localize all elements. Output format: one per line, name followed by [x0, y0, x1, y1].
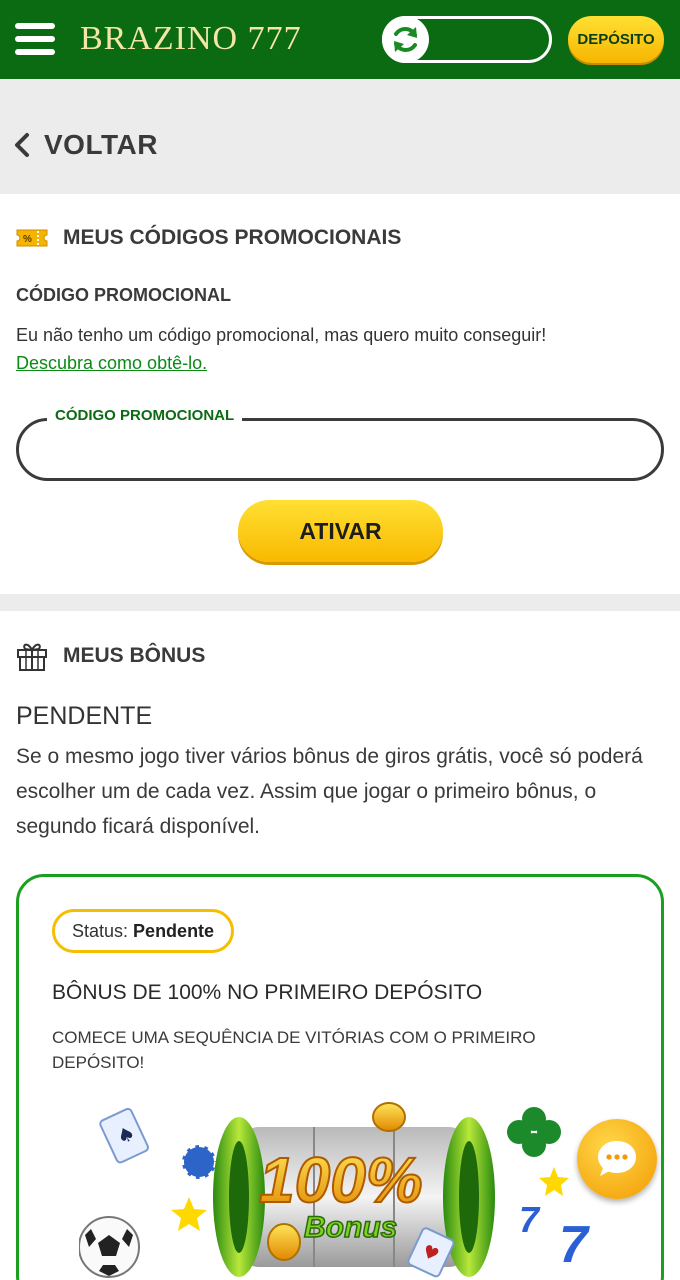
coin-icon — [372, 1102, 406, 1132]
chevron-left-icon — [15, 133, 29, 157]
activate-button[interactable]: ATIVAR — [238, 500, 443, 562]
brand-logo[interactable]: BRAZINO 777 — [80, 20, 302, 58]
bonus-title: BÔNUS DE 100% NO PRIMEIRO DEPÓSITO — [52, 981, 483, 1004]
pending-description: Se o mesmo jogo tiver vários bônus de gi… — [16, 745, 643, 838]
svg-text:%: % — [23, 234, 32, 245]
status-value: Pendente — [133, 921, 215, 941]
star-icon — [539, 1167, 569, 1196]
promo-subtitle: CÓDIGO PROMOCIONAL — [16, 285, 231, 305]
promo-codes-section: % MEUS CÓDIGOS PROMOCIONAIS CÓDIGO PROMO… — [0, 194, 680, 594]
my-bonuses-section: MEUS BÔNUS PENDENTE Se o mesmo jogo tive… — [0, 611, 680, 1280]
seven-icon: 7 — [559, 1216, 590, 1274]
back-label: VOLTAR — [44, 129, 158, 160]
promo-section-header: % MEUS CÓDIGOS PROMOCIONAIS — [16, 226, 401, 250]
promo-description: Eu não tenho um código promocional, mas … — [16, 325, 547, 345]
top-header: BRAZINO 777 DEPÓSITO — [0, 0, 680, 79]
balance-toggle[interactable] — [382, 16, 552, 63]
hamburger-menu-icon[interactable] — [15, 23, 55, 55]
chat-bubble-icon — [598, 1141, 636, 1176]
clover-icon — [507, 1107, 561, 1157]
promo-code-input[interactable] — [39, 431, 639, 469]
bonus-banner-image: ♠ 100% Bonus 7 7 ♥ — [79, 1102, 590, 1278]
playing-card-icon: ♠ — [99, 1107, 149, 1164]
coin-icon — [267, 1223, 301, 1261]
deposit-button[interactable]: DEPÓSITO — [568, 16, 664, 63]
bonus-section-title: MEUS BÔNUS — [63, 644, 206, 667]
promo-field-label: CÓDIGO PROMOCIONAL — [47, 407, 243, 424]
back-bar: VOLTAR — [0, 79, 680, 194]
section-divider — [0, 594, 680, 611]
refresh-icon[interactable] — [382, 16, 429, 63]
status-badge: Status: Pendente — [52, 909, 235, 953]
back-button[interactable]: VOLTAR — [14, 129, 158, 161]
promo-how-to-link[interactable]: Descubra como obtê-lo. — [16, 353, 207, 374]
promo-section-title: MEUS CÓDIGOS PROMOCIONAIS — [63, 226, 402, 249]
bonus-description: COMECE UMA SEQUÊNCIA DE VITÓRIAS COM O P… — [52, 1028, 536, 1072]
bonus-section-header: MEUS BÔNUS — [16, 640, 205, 672]
soccer-ball-icon — [79, 1216, 140, 1278]
poker-chip-icon — [180, 1143, 218, 1181]
pending-title: PENDENTE — [16, 702, 153, 730]
bonus-card[interactable]: Status: Pendente BÔNUS DE 100% NO PRIMEI… — [16, 874, 664, 1280]
gift-icon — [17, 643, 47, 671]
star-icon — [171, 1197, 207, 1231]
banner-text-big: 100% — [259, 1144, 423, 1216]
banner-text-small: Bonus — [304, 1211, 397, 1244]
ticket-icon: % — [16, 229, 48, 247]
promo-code-field[interactable]: CÓDIGO PROMOCIONAL — [16, 407, 664, 481]
chat-button[interactable] — [577, 1119, 657, 1199]
seven-icon: 7 — [519, 1199, 541, 1240]
status-label: Status: — [72, 921, 129, 941]
